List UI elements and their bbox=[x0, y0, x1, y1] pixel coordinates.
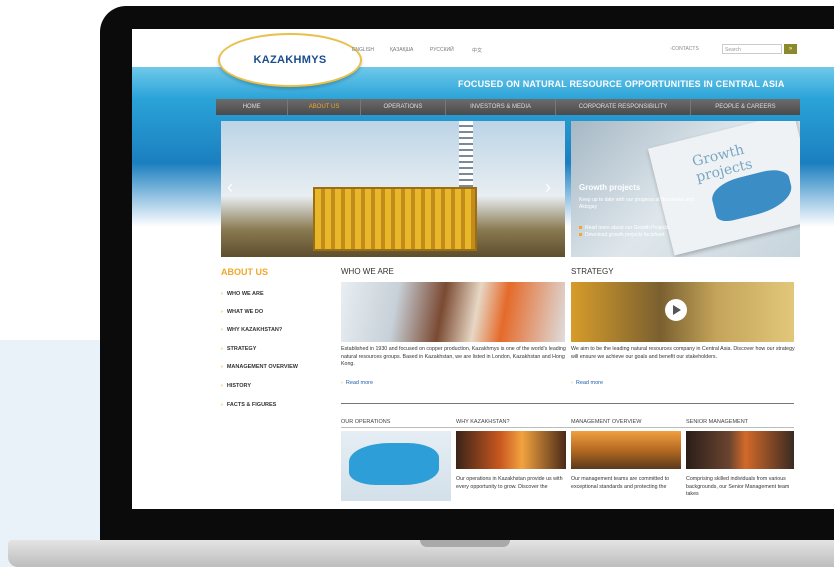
sidebar-item-facts-figures[interactable]: › FACTS & FIGURES bbox=[221, 402, 276, 408]
management-overview-image[interactable] bbox=[571, 431, 681, 469]
subsection-divider bbox=[341, 427, 794, 428]
senior-management-heading: SENIOR MANAGEMENT bbox=[686, 419, 749, 425]
why-kazakhstan-text: Our operations in Kazakhstan provide us … bbox=[456, 476, 563, 490]
chevron-right-icon: › bbox=[221, 291, 223, 297]
lang-english[interactable]: ENGLISH bbox=[352, 47, 374, 53]
contacts-link[interactable]: ›CONTACTS bbox=[670, 46, 699, 52]
sidebar-item-history[interactable]: › HISTORY bbox=[221, 383, 251, 389]
growth-title: Growth projects bbox=[579, 183, 641, 192]
bullet-icon bbox=[579, 233, 582, 237]
senior-management-text: Comprising skilled individuals from vari… bbox=[686, 476, 790, 497]
who-we-are-heading: WHO WE ARE bbox=[341, 267, 394, 276]
operations-map-image[interactable] bbox=[341, 431, 451, 501]
lang-chinese[interactable]: 中文 bbox=[472, 47, 482, 54]
hero-slider[interactable]: ‹ › bbox=[221, 121, 565, 257]
management-overview-text: Our management teams are committed to ex… bbox=[571, 476, 670, 490]
drilling-rig-image bbox=[313, 187, 477, 251]
growth-link-readmore[interactable]: Read more about our Growth Projects bbox=[579, 225, 669, 232]
senior-management-image[interactable] bbox=[686, 431, 794, 469]
kazakhstan-map-shape bbox=[349, 443, 439, 485]
growth-link-label: Read more about our Growth Projects bbox=[585, 225, 670, 231]
growth-text: Keep up to date with our progress at Boz… bbox=[579, 197, 694, 210]
chevron-right-icon: › bbox=[221, 346, 223, 352]
sidebar-item-label: WHY KAZAKHSTAN? bbox=[226, 327, 283, 333]
nav-about-us[interactable]: ABOUT US bbox=[288, 99, 361, 115]
search-button[interactable]: » bbox=[784, 44, 797, 54]
play-video-icon[interactable] bbox=[665, 299, 687, 321]
sidebar-item-label: WHO WE ARE bbox=[226, 291, 264, 297]
sidebar-item-why-kazakhstan[interactable]: › WHY KAZAKHSTAN? bbox=[221, 327, 282, 333]
who-we-are-image bbox=[341, 282, 565, 342]
slider-next-icon[interactable]: › bbox=[545, 177, 551, 198]
chevron-right-icon: › bbox=[221, 402, 223, 408]
sidebar-item-label: HISTORY bbox=[226, 383, 251, 389]
why-kazakhstan-image[interactable] bbox=[456, 431, 566, 469]
site-tagline: FOCUSED ON NATURAL RESOURCE OPPORTUNITIE… bbox=[458, 79, 785, 89]
sidebar-item-label: STRATEGY bbox=[226, 346, 257, 352]
slider-prev-icon[interactable]: ‹ bbox=[227, 177, 233, 198]
chevron-right-icon: › bbox=[221, 383, 223, 389]
nav-people-careers[interactable]: PEOPLE & CAREERS bbox=[691, 99, 800, 115]
bullet-icon bbox=[579, 226, 582, 230]
read-more-label: Read more bbox=[575, 380, 604, 386]
nav-home[interactable]: HOME bbox=[216, 99, 289, 115]
nav-corporate-responsibility[interactable]: CORPORATE RESPONSIBILITY bbox=[556, 99, 691, 115]
strategy-heading: STRATEGY bbox=[571, 267, 614, 276]
why-kazakhstan-heading: WHY KAZAKHSTAN? bbox=[456, 419, 510, 425]
section-divider bbox=[341, 403, 794, 404]
growth-link-label: Download growth projects factsheet bbox=[585, 232, 665, 238]
laptop-notch bbox=[420, 540, 510, 547]
chevron-right-icon: › bbox=[341, 380, 343, 386]
chevron-right-icon: › bbox=[221, 327, 223, 333]
contacts-label: CONTACTS bbox=[671, 46, 699, 52]
chevron-right-icon: › bbox=[221, 364, 223, 370]
sidebar-heading: ABOUT US bbox=[221, 267, 268, 277]
growth-links: Read more about our Growth Projects Down… bbox=[579, 225, 669, 239]
sidebar-item-label: FACTS & FIGURES bbox=[226, 402, 277, 408]
who-we-are-text: Established in 1930 and focused on coppe… bbox=[341, 346, 566, 367]
site-logo[interactable]: KAZAKHMYS bbox=[218, 33, 362, 87]
our-operations-heading: OUR OPERATIONS bbox=[341, 419, 391, 425]
growth-projects-panel[interactable]: Growth projects Growth projects Keep up … bbox=[571, 121, 800, 257]
main-nav: HOME ABOUT US OPERATIONS INVESTORS & MED… bbox=[216, 99, 800, 115]
strategy-read-more-link[interactable]: › Read more bbox=[571, 380, 603, 386]
sidebar-item-strategy[interactable]: › STRATEGY bbox=[221, 346, 256, 352]
lang-russian[interactable]: РУССКИЙ bbox=[430, 47, 454, 53]
drill-tower-image bbox=[459, 121, 473, 191]
chevron-right-icon: › bbox=[221, 309, 223, 315]
nav-operations[interactable]: OPERATIONS bbox=[361, 99, 447, 115]
chevron-right-icon: › bbox=[571, 380, 573, 386]
who-read-more-link[interactable]: › Read more bbox=[341, 380, 373, 386]
search-input[interactable]: Search bbox=[722, 44, 782, 54]
sidebar-item-who-we-are[interactable]: › WHO WE ARE bbox=[221, 291, 264, 297]
sidebar-item-management-overview[interactable]: › MANAGEMENT OVERVIEW bbox=[221, 364, 298, 370]
strategy-text: We aim to be the leading natural resourc… bbox=[571, 346, 795, 360]
sidebar-item-what-we-do[interactable]: › WHAT WE DO bbox=[221, 309, 263, 315]
logo-text: KAZAKHMYS bbox=[253, 54, 327, 66]
nav-investors-media[interactable]: INVESTORS & MEDIA bbox=[446, 99, 557, 115]
growth-link-download[interactable]: Download growth projects factsheet bbox=[579, 232, 669, 239]
brochure-image: Growth projects bbox=[647, 121, 800, 256]
browser-screen: KAZAKHMYS ENGLISH ҚАЗАҚША РУССКИЙ 中文 ›CO… bbox=[132, 29, 834, 509]
sidebar-item-label: WHAT WE DO bbox=[226, 309, 264, 315]
management-overview-heading: MANAGEMENT OVERVIEW bbox=[571, 419, 642, 425]
lang-kazakh[interactable]: ҚАЗАҚША bbox=[390, 47, 413, 53]
sidebar-item-label: MANAGEMENT OVERVIEW bbox=[226, 364, 298, 370]
read-more-label: Read more bbox=[345, 380, 374, 386]
